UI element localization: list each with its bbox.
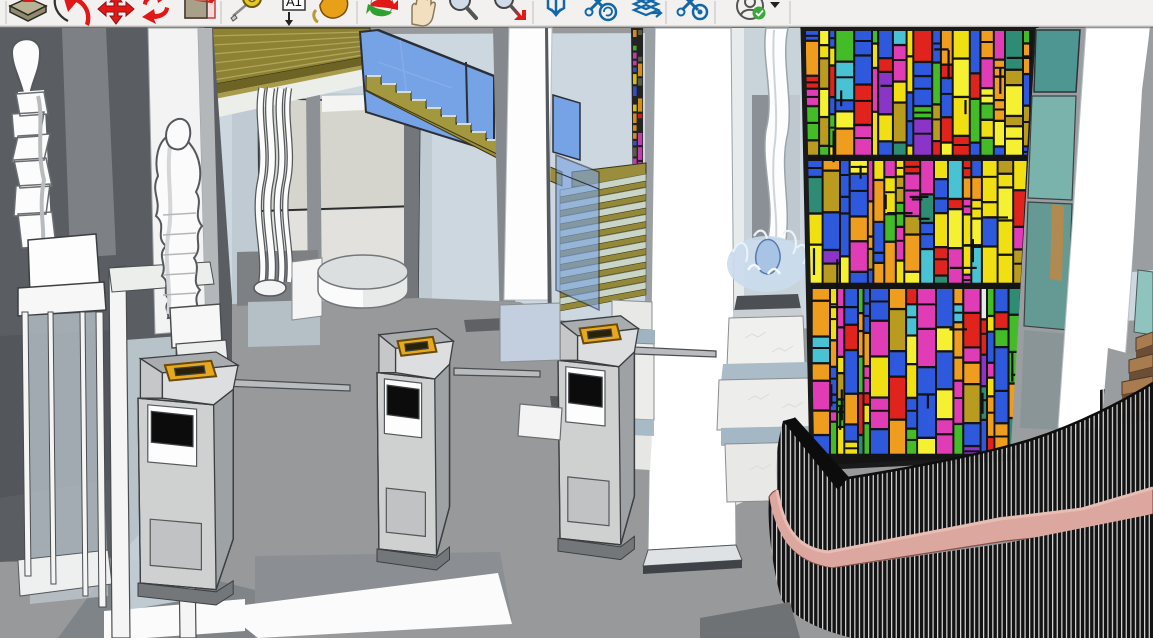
svg-text:A1: A1: [286, 0, 302, 9]
